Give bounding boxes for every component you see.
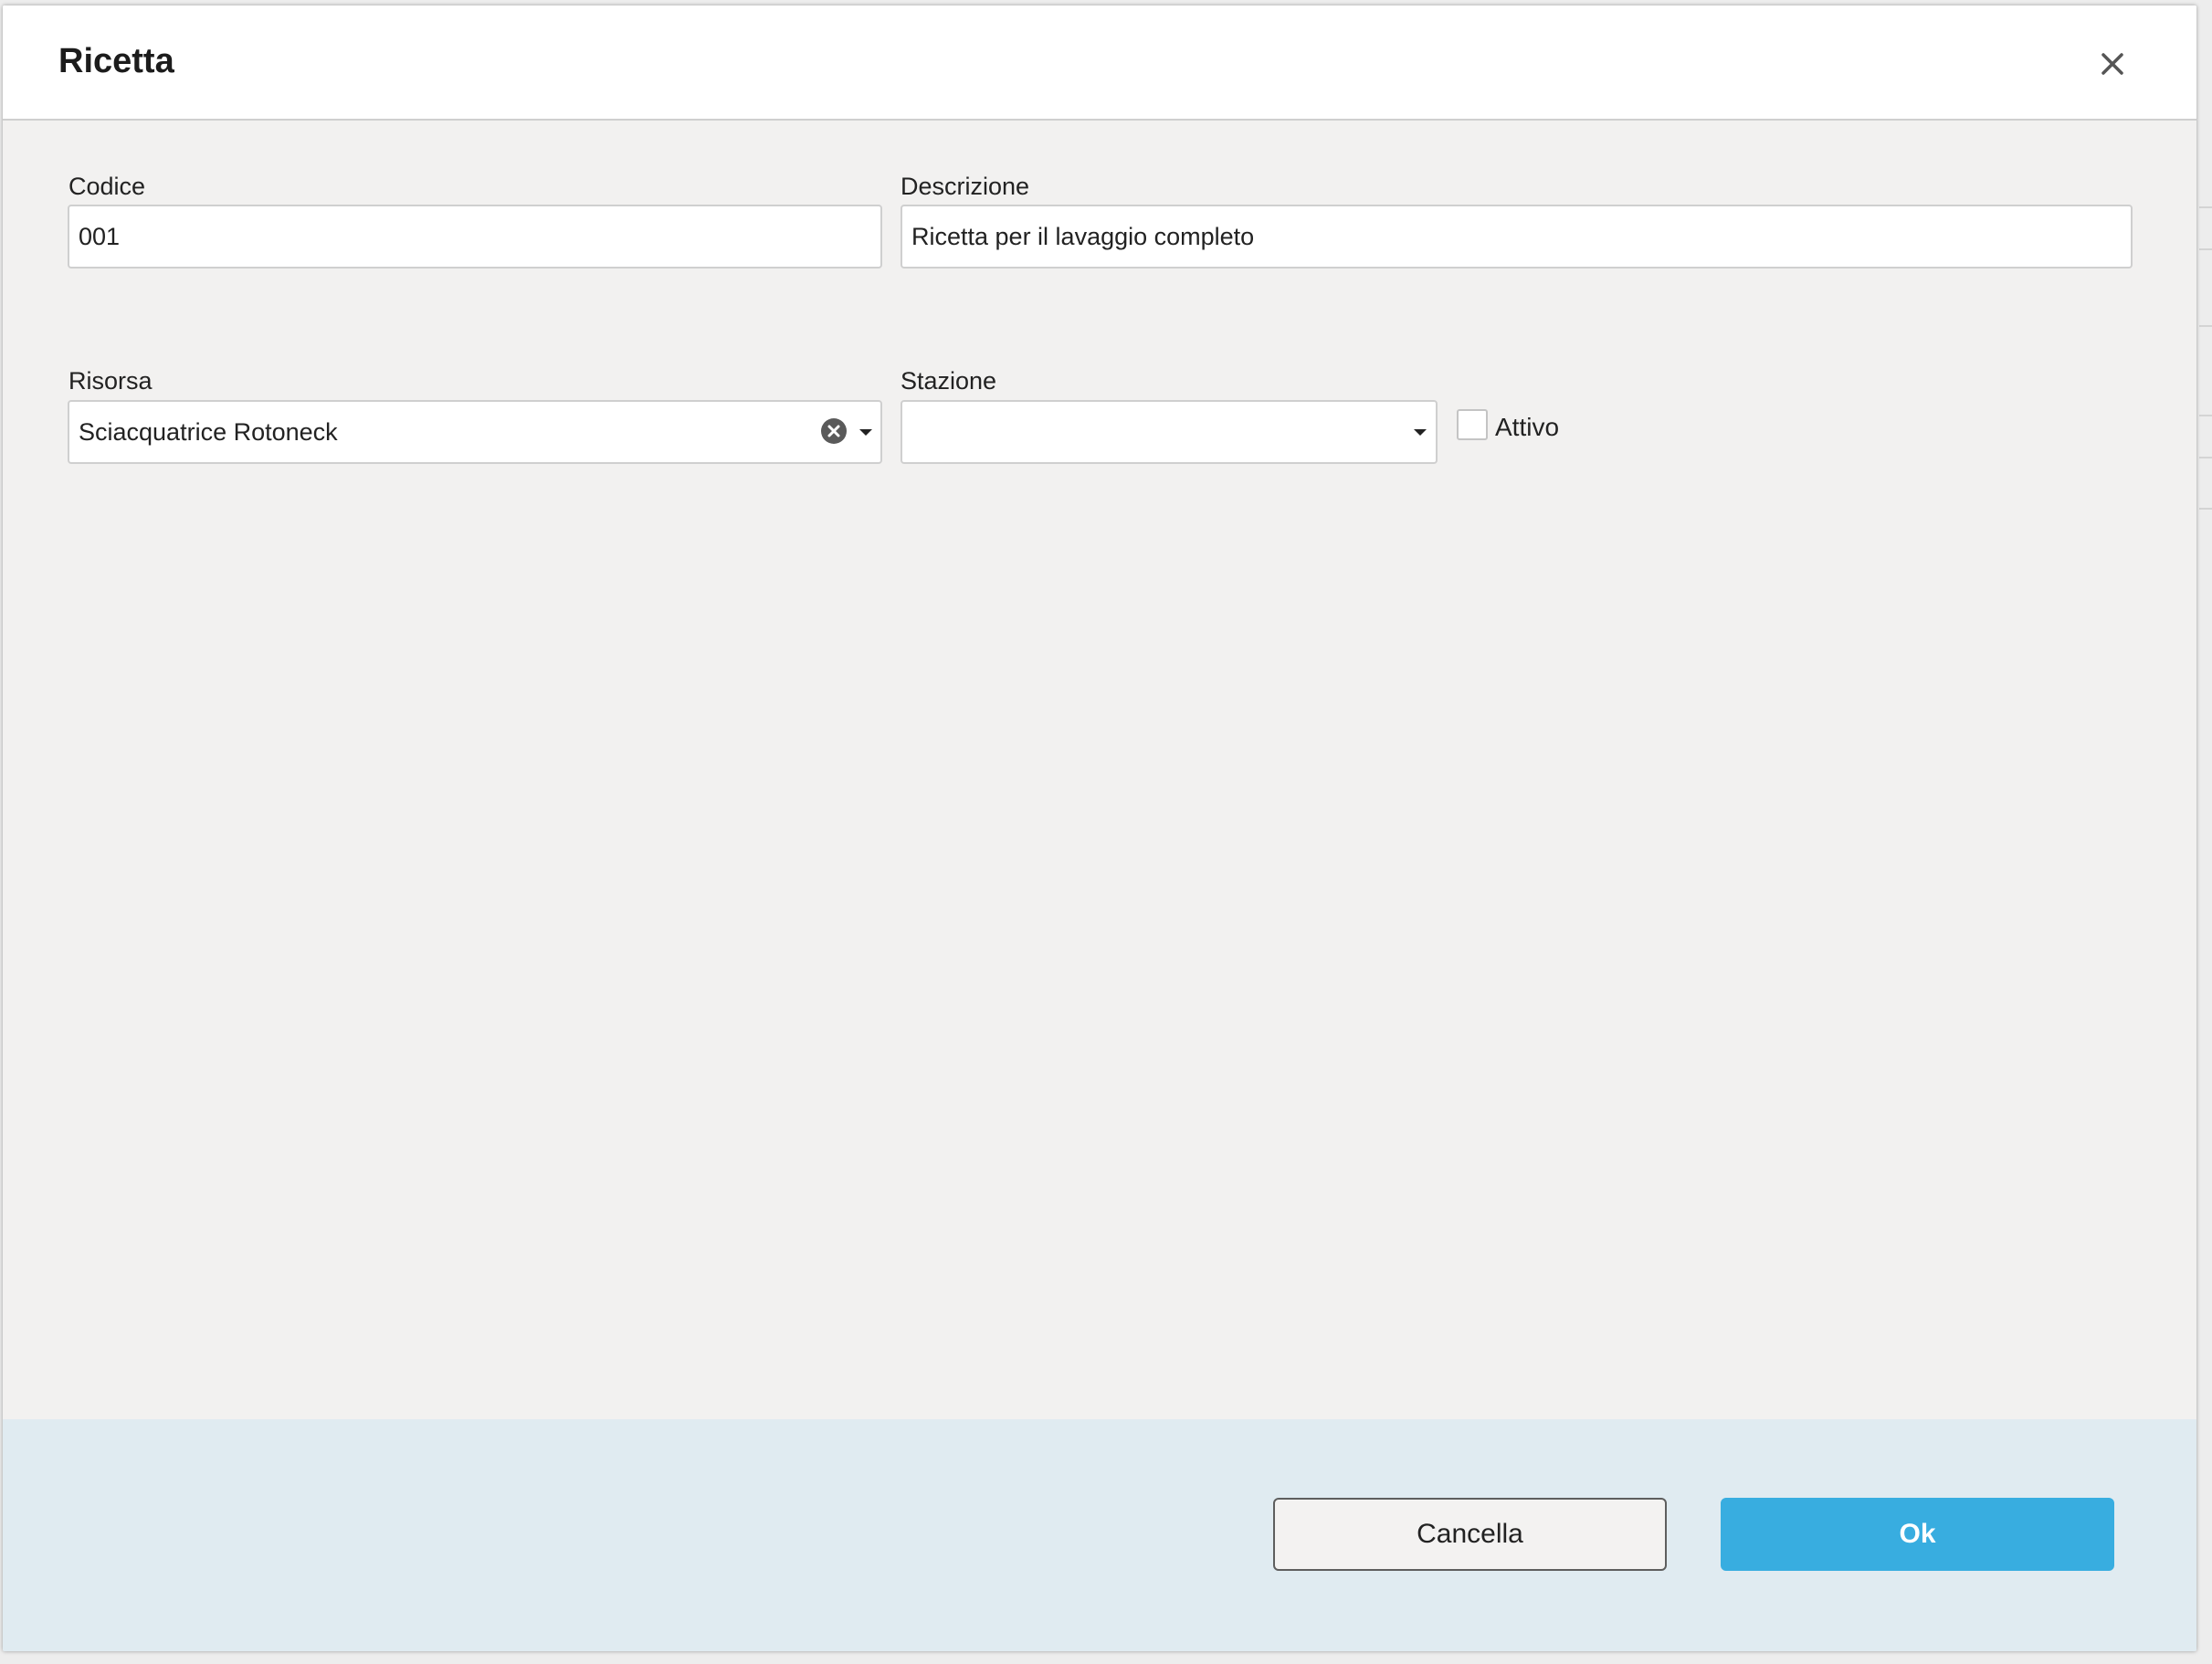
risorsa-label: Risorsa <box>68 367 153 395</box>
background-divider <box>2199 508 2212 510</box>
dialog-title: Ricetta <box>58 42 174 80</box>
risorsa-select[interactable]: Sciacquatrice Rotoneck <box>68 400 882 464</box>
close-button[interactable] <box>2094 46 2131 82</box>
risorsa-dropdown-toggle[interactable] <box>857 426 875 438</box>
clear-circle-icon <box>821 418 847 444</box>
ok-button[interactable]: Ok <box>1721 1498 2114 1571</box>
attivo-checkbox[interactable] <box>1457 409 1488 440</box>
background-divider <box>2199 248 2212 250</box>
dialog-header: Ricetta <box>3 5 2196 121</box>
caret-down-icon <box>859 429 872 436</box>
codice-input[interactable]: 001 <box>68 205 882 269</box>
stazione-select[interactable] <box>901 400 1438 464</box>
ricetta-dialog: Ricetta Codice 001 Descrizione Ricetta p… <box>3 5 2196 1651</box>
stazione-label: Stazione <box>901 367 997 395</box>
clear-risorsa-button[interactable] <box>820 417 848 445</box>
descrizione-label: Descrizione <box>901 173 1030 200</box>
descrizione-input[interactable]: Ricetta per il lavaggio completo <box>901 205 2133 269</box>
stazione-dropdown-toggle[interactable] <box>1411 426 1429 438</box>
codice-label: Codice <box>68 173 146 200</box>
caret-down-icon <box>1414 429 1427 436</box>
background-divider <box>2199 325 2212 327</box>
cancel-button[interactable]: Cancella <box>1273 1498 1667 1571</box>
background-divider <box>2199 415 2212 416</box>
background-divider <box>2199 206 2212 208</box>
risorsa-value: Sciacquatrice Rotoneck <box>79 418 338 446</box>
close-icon <box>2101 53 2123 75</box>
dialog-footer: Cancella Ok <box>3 1419 2196 1651</box>
background-divider <box>2199 457 2212 458</box>
attivo-label: Attivo <box>1495 413 1560 441</box>
